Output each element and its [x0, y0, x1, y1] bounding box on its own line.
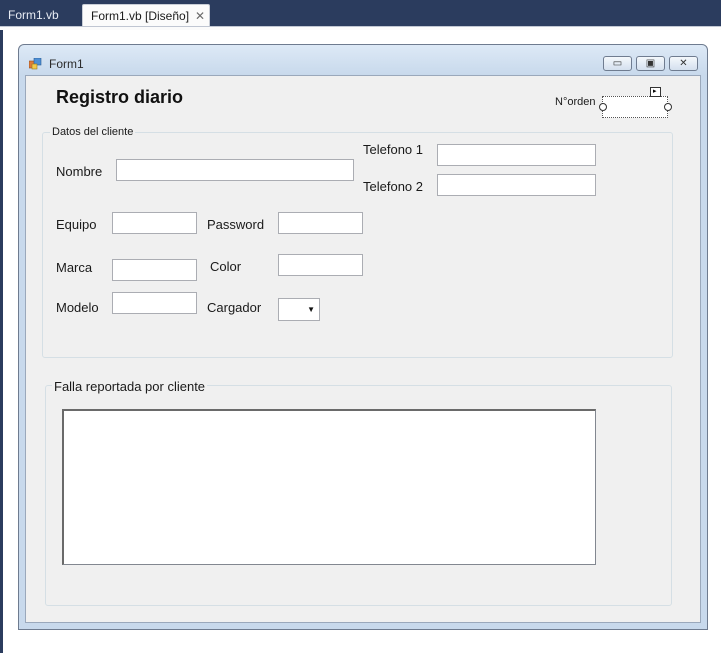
telefono1-label: Telefono 1	[363, 142, 423, 157]
form-title-bar[interactable]: Form1 ▭ ▣ ✕	[19, 45, 707, 75]
cargador-combobox[interactable]: ▼	[278, 298, 320, 321]
tab-label: Form1.vb	[8, 8, 59, 22]
nombre-input[interactable]	[116, 159, 354, 181]
cargador-label: Cargador	[207, 300, 262, 315]
telefono2-label: Telefono 2	[363, 179, 423, 194]
fault-group-title: Falla reportada por cliente	[52, 379, 208, 394]
equipo-label: Equipo	[56, 217, 97, 232]
close-button[interactable]: ✕	[669, 56, 698, 71]
resize-handle-right[interactable]	[664, 103, 672, 111]
color-input[interactable]	[278, 254, 363, 276]
resize-handle-left[interactable]	[599, 103, 607, 111]
marca-label: Marca	[56, 260, 93, 275]
close-icon: ✕	[679, 58, 688, 69]
form-title: Form1	[49, 57, 84, 71]
modelo-input[interactable]	[112, 292, 197, 314]
close-tab-icon[interactable]: ✕	[195, 5, 205, 27]
chevron-down-icon: ▼	[307, 305, 315, 314]
form-icon	[28, 57, 42, 70]
fault-description-textarea[interactable]	[62, 409, 596, 565]
ide-left-edge	[0, 30, 3, 653]
norden-label: N°orden	[555, 96, 596, 108]
nombre-label: Nombre	[56, 164, 103, 179]
equipo-input[interactable]	[112, 212, 197, 234]
minimize-button[interactable]: ▭	[603, 56, 632, 71]
telefono1-input[interactable]	[437, 144, 596, 166]
password-label: Password	[207, 217, 265, 232]
smart-tag-icon[interactable]: ▸	[650, 87, 661, 97]
norden-input[interactable]	[602, 96, 668, 118]
client-group-title: Datos del cliente	[50, 126, 136, 138]
tab-form1-design[interactable]: Form1.vb [Diseño] ✕	[82, 4, 210, 26]
color-label: Color	[210, 259, 242, 274]
page-title: Registro diario	[56, 87, 184, 107]
minimize-icon: ▭	[612, 58, 623, 69]
modelo-label: Modelo	[56, 300, 99, 315]
maximize-button[interactable]: ▣	[636, 56, 665, 71]
password-input[interactable]	[278, 212, 363, 234]
ide-tab-strip: Form1.vb Form1.vb [Diseño] ✕	[0, 0, 721, 26]
tab-label: Form1.vb [Diseño]	[91, 9, 190, 23]
marca-input[interactable]	[112, 259, 197, 281]
maximize-icon: ▣	[645, 58, 656, 69]
tab-form1-code[interactable]: Form1.vb	[0, 4, 80, 26]
telefono2-input[interactable]	[437, 174, 596, 196]
